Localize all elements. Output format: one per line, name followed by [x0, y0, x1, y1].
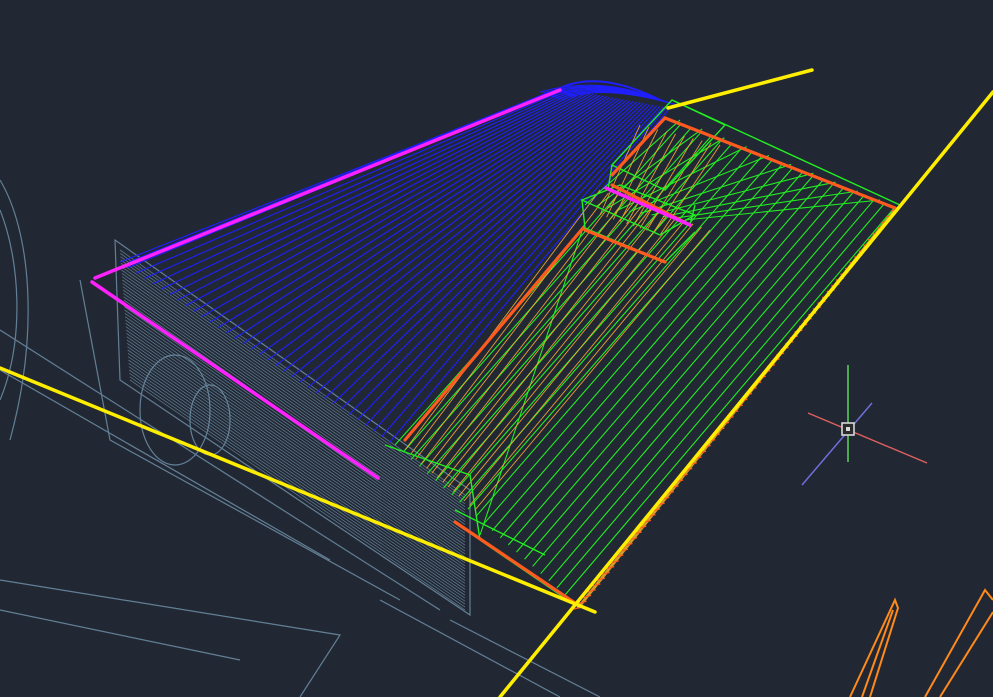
bottom-right-lines [449, 619, 601, 697]
orange-ray [474, 229, 711, 511]
green-ray [556, 202, 886, 589]
blue-ray [348, 104, 654, 416]
green-ray [564, 206, 896, 596]
lower-wedge [384, 444, 576, 606]
plate-hatch-line [128, 359, 466, 593]
orange-ray [469, 226, 702, 506]
green-ray [410, 132, 701, 460]
yellow-top-segment [666, 68, 814, 110]
orange-ray [442, 211, 660, 483]
orange-curve-3 [924, 588, 993, 697]
blue-ray [381, 107, 668, 437]
green-ray [483, 167, 794, 524]
magenta-upper [93, 88, 562, 280]
plate-hatch-line [125, 329, 466, 567]
orange-curved-shapes [849, 588, 993, 697]
blue-ray [226, 95, 604, 334]
bottom-panel [0, 579, 342, 697]
green-ray-upper [651, 172, 814, 216]
green-ray [475, 163, 783, 517]
model-space-canvas[interactable] [0, 0, 993, 697]
left-curve-outline [0, 179, 29, 441]
drawing-viewport[interactable] [0, 0, 993, 697]
yellow-right-diagonal [498, 90, 993, 697]
plate-hatch-line [127, 346, 466, 581]
orange-ray [431, 205, 643, 474]
bottom-panel-2 [0, 609, 241, 661]
orange-ray [453, 217, 677, 492]
orange-ray [426, 202, 635, 469]
plate-hatch-line [124, 306, 466, 546]
green-ray [467, 159, 773, 510]
blue-ray [193, 92, 591, 312]
diagonal-plate-edge [0, 329, 441, 611]
orange-ray [463, 223, 694, 502]
blue-ray [168, 91, 581, 296]
blue-ray [177, 91, 584, 301]
green-ray [548, 198, 875, 582]
green-ray [540, 194, 865, 574]
ucs-axes-icon [801, 365, 928, 486]
yellow-left-diagonal [0, 366, 597, 614]
blue-ray-fan [119, 80, 682, 443]
ucs-red-axis [807, 412, 928, 464]
orange-curve-2 [861, 609, 894, 697]
plate-hatch-line [128, 366, 466, 599]
plate-hatch-line [127, 353, 466, 587]
blue-ray [185, 92, 587, 307]
crosshair-cursor-icon[interactable] [841, 422, 855, 436]
